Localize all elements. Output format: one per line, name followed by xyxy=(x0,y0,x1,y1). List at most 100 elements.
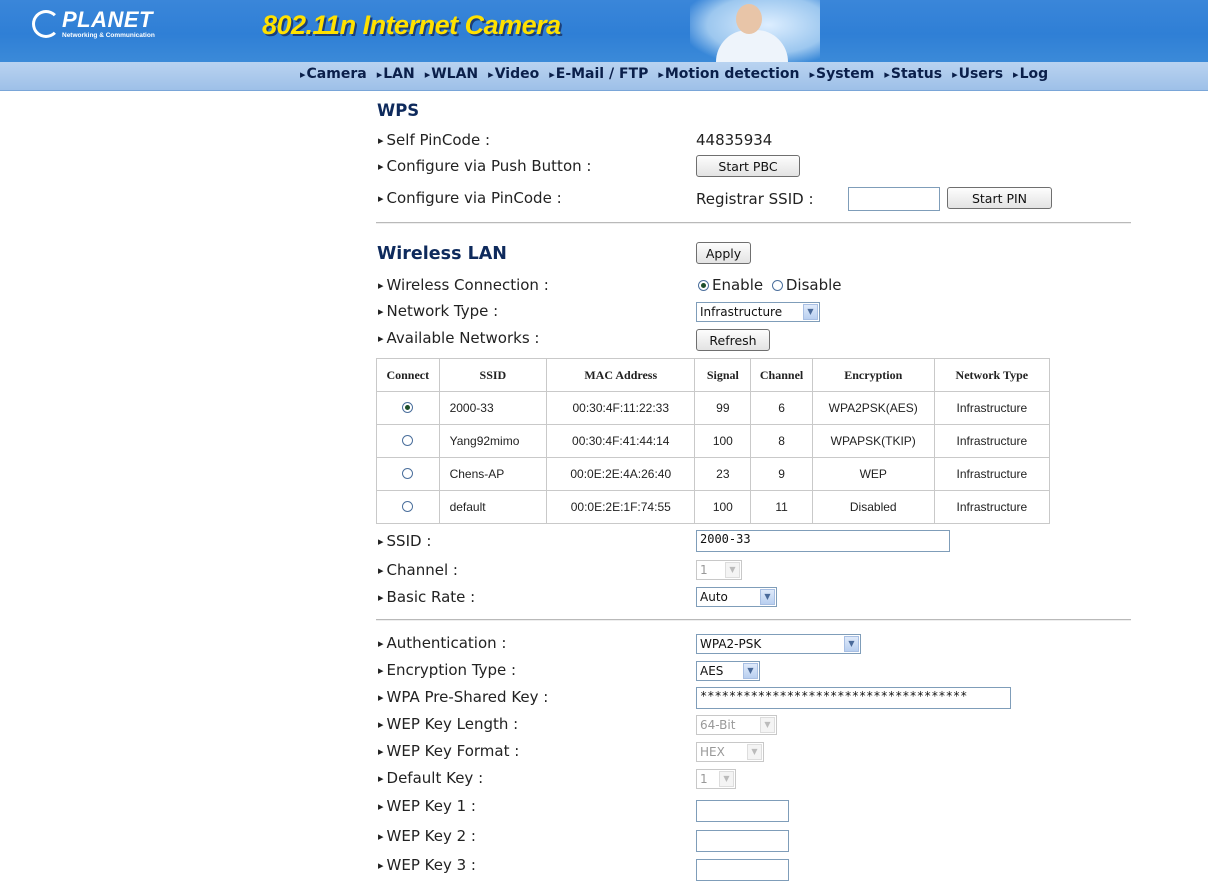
nav-item-system[interactable]: System xyxy=(809,66,874,82)
signal-cell: 99 xyxy=(694,391,752,425)
nav-item-status[interactable]: Status xyxy=(884,66,942,82)
chevron-down-icon: ▼ xyxy=(760,717,775,733)
available-networks-label: Available Networks : xyxy=(378,329,540,347)
wpa-psk-input[interactable]: ************************************* xyxy=(696,687,1011,709)
default-key-select[interactable]: 1 ▼ xyxy=(696,769,736,789)
chevron-down-icon: ▼ xyxy=(760,589,775,605)
channel-select[interactable]: 1 ▼ xyxy=(696,560,742,580)
encryption-type-label: Encryption Type : xyxy=(378,661,517,679)
refresh-button[interactable]: Refresh xyxy=(696,329,770,351)
ssid-cell: Yang92mimo xyxy=(438,424,548,458)
signal-cell: 100 xyxy=(694,424,752,458)
column-header: MAC Address xyxy=(546,358,696,392)
channel-cell: 11 xyxy=(750,490,813,524)
chevron-down-icon: ▼ xyxy=(747,744,762,760)
wep-key-length-value: 64-Bit xyxy=(700,718,736,732)
column-header: Network Type xyxy=(933,358,1051,392)
encryption-cell: WPAPSK(TKIP) xyxy=(811,424,935,458)
connect-radio[interactable] xyxy=(402,435,414,446)
basic-rate-select[interactable]: Auto ▼ xyxy=(696,587,777,607)
nav-bar: Camera LAN WLAN Video E-Mail / FTP Motion det… xyxy=(0,62,1208,91)
nav-item-e-mail-ftp[interactable]: E-Mail / FTP xyxy=(549,66,649,82)
encryption-cell: Disabled xyxy=(811,490,935,524)
connect-radio[interactable] xyxy=(402,501,414,512)
brand-tagline: Networking & Communication xyxy=(62,32,155,39)
channel-label: Channel : xyxy=(378,561,458,579)
disable-radio[interactable] xyxy=(771,280,783,291)
planet-logo-icon xyxy=(32,10,60,38)
wep-key3-input[interactable] xyxy=(696,859,789,881)
chevron-down-icon: ▼ xyxy=(725,562,740,578)
ssid-cell: Chens-AP xyxy=(438,457,548,491)
nav-item-wlan[interactable]: WLAN xyxy=(425,66,478,82)
basic-rate-label: Basic Rate : xyxy=(378,588,476,606)
connect-cell xyxy=(376,490,440,524)
disable-radio-label[interactable]: Disable xyxy=(786,276,842,294)
wep-key2-label: WEP Key 2 : xyxy=(378,827,476,845)
ssid-label: SSID : xyxy=(378,532,432,550)
header-banner: PLANET Networking & Communication 802.11… xyxy=(0,0,1208,62)
wep-key3-label: WEP Key 3 : xyxy=(378,856,476,874)
connect-cell xyxy=(376,391,440,425)
encryption-type-select[interactable]: AES ▼ xyxy=(696,661,760,681)
wep-key-format-value: HEX xyxy=(700,745,725,759)
mac-cell: 00:0E:2E:4A:26:40 xyxy=(546,457,696,491)
network-type-label: Network Type : xyxy=(378,302,499,320)
encryption-cell: WPA2PSK(AES) xyxy=(811,391,935,425)
wep-key-format-label: WEP Key Format : xyxy=(378,742,520,760)
ssid-cell: 2000-33 xyxy=(438,391,548,425)
start-pin-button[interactable]: Start PIN xyxy=(947,187,1052,209)
product-title: 802.11n Internet Camera xyxy=(262,10,561,40)
apply-button[interactable]: Apply xyxy=(696,242,751,264)
signal-cell: 23 xyxy=(694,457,752,491)
wep-key1-label: WEP Key 1 : xyxy=(378,797,476,815)
enable-radio-label[interactable]: Enable xyxy=(712,276,763,294)
available-networks-table: Connect SSID MAC Address Signal Channel Encry… xyxy=(376,358,1051,524)
ssid-input[interactable]: 2000-33 xyxy=(696,530,950,552)
network-type-value: Infrastructure xyxy=(700,305,783,319)
table-row: Yang92mimo 00:30:4F:41:44:14 100 8 WPAPSK(TK… xyxy=(376,424,1051,458)
planet-logo: PLANET Networking & Communication xyxy=(32,7,167,44)
nav-item-motion-detection[interactable]: Motion detection xyxy=(658,66,800,82)
wep-key-length-label: WEP Key Length : xyxy=(378,715,519,733)
registrar-ssid-input[interactable] xyxy=(848,187,940,211)
wep-key1-input[interactable] xyxy=(696,800,789,822)
column-header: Channel xyxy=(750,358,813,392)
chevron-down-icon: ▼ xyxy=(719,771,734,787)
wep-key-format-select[interactable]: HEX ▼ xyxy=(696,742,764,762)
brand-name: PLANET xyxy=(62,7,153,32)
mac-cell: 00:0E:2E:1F:74:55 xyxy=(546,490,696,524)
connect-radio[interactable] xyxy=(402,402,414,413)
default-key-label: Default Key : xyxy=(378,769,484,787)
nav-item-users[interactable]: Users xyxy=(952,66,1003,82)
registrar-ssid-label: Registrar SSID : xyxy=(696,190,814,208)
enable-radio[interactable] xyxy=(698,280,709,291)
nav-item-log[interactable]: Log xyxy=(1013,66,1049,82)
self-pincode-value: 44835934 xyxy=(696,131,773,149)
column-header: Signal xyxy=(694,358,752,392)
pincode-label: Configure via PinCode : xyxy=(378,189,562,207)
nav-item-video[interactable]: Video xyxy=(488,66,540,82)
connect-cell xyxy=(376,424,440,458)
authentication-select[interactable]: WPA2-PSK ▼ xyxy=(696,634,861,654)
nav-item-lan[interactable]: LAN xyxy=(377,66,414,82)
connect-radio[interactable] xyxy=(402,468,414,479)
mac-cell: 00:30:4F:11:22:33 xyxy=(546,391,696,425)
connect-cell xyxy=(376,457,440,491)
network-type-select[interactable]: Infrastructure ▼ xyxy=(696,302,820,322)
table-row: default 00:0E:2E:1F:74:55 100 11 Disabled Inf… xyxy=(376,490,1051,524)
default-key-value: 1 xyxy=(700,772,708,786)
start-pbc-button[interactable]: Start PBC xyxy=(696,155,800,177)
table-row: 2000-33 00:30:4F:11:22:33 99 6 WPA2PSK(AES) I… xyxy=(376,391,1051,425)
authentication-label: Authentication : xyxy=(378,634,507,652)
wep-key2-input[interactable] xyxy=(696,830,789,852)
self-pincode-label: Self PinCode : xyxy=(378,131,491,149)
wireless-connection-radios: Enable Disable xyxy=(698,276,842,294)
chevron-down-icon: ▼ xyxy=(743,663,758,679)
wep-key-length-select[interactable]: 64-Bit ▼ xyxy=(696,715,777,735)
network-type-cell: Infrastructure xyxy=(933,424,1051,458)
authentication-value: WPA2-PSK xyxy=(700,637,762,651)
encryption-cell: WEP xyxy=(811,457,935,491)
nav-item-camera[interactable]: Camera xyxy=(300,66,367,82)
ssid-cell: default xyxy=(438,490,548,524)
